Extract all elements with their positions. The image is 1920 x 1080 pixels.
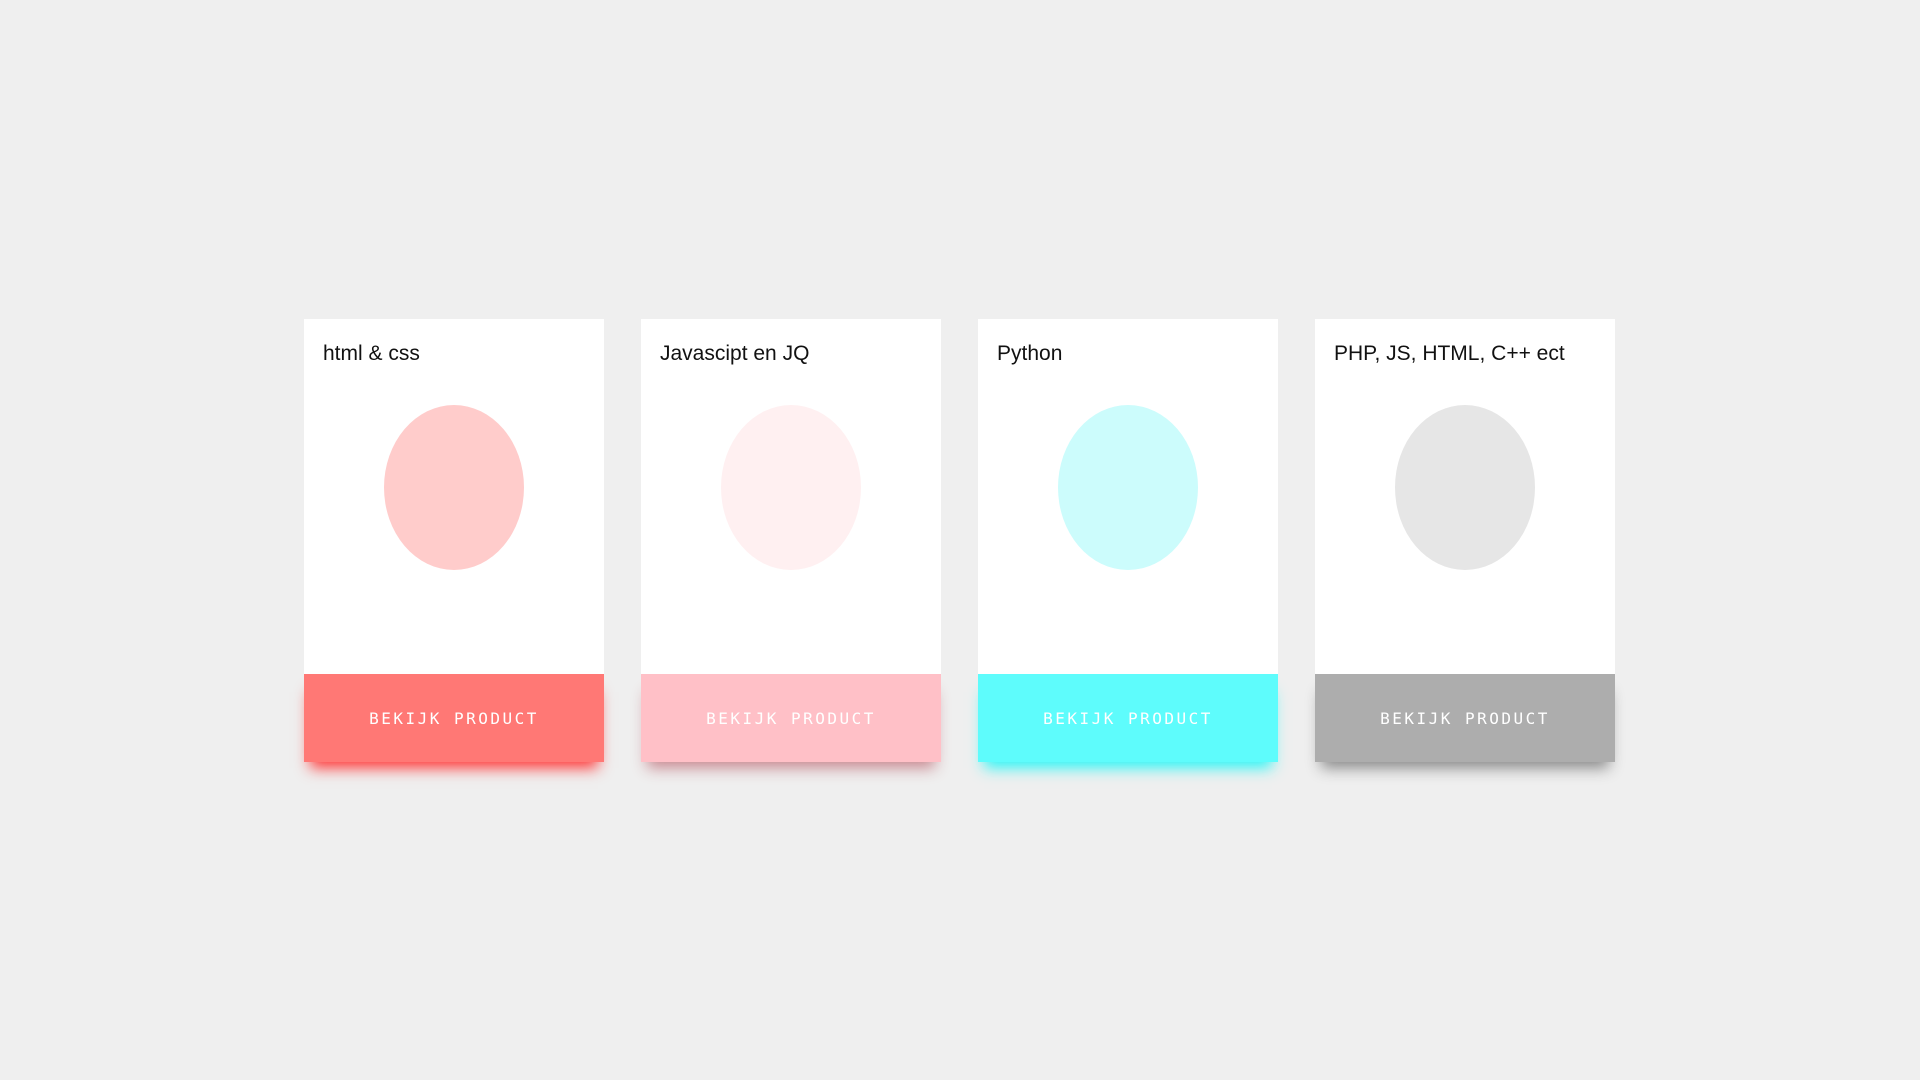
product-card-python: Python BEKIJK PRODUCT bbox=[978, 319, 1278, 762]
card-image-circle bbox=[1058, 405, 1198, 570]
card-title: PHP, JS, HTML, C++ ect bbox=[1334, 342, 1565, 365]
view-product-button[interactable]: BEKIJK PRODUCT bbox=[978, 674, 1278, 762]
product-card-list: html & css BEKIJK PRODUCT Javascipt en J… bbox=[304, 319, 1615, 762]
card-image-circle bbox=[384, 405, 524, 570]
view-product-button[interactable]: BEKIJK PRODUCT bbox=[1315, 674, 1615, 762]
card-title: Python bbox=[997, 342, 1063, 365]
card-title: html & css bbox=[323, 342, 420, 365]
page: html & css BEKIJK PRODUCT Javascipt en J… bbox=[0, 0, 1920, 1080]
view-product-button[interactable]: BEKIJK PRODUCT bbox=[304, 674, 604, 762]
card-image-circle bbox=[721, 405, 861, 570]
product-card-php-js-html-cpp: PHP, JS, HTML, C++ ect BEKIJK PRODUCT bbox=[1315, 319, 1615, 762]
product-card-javascript-jquery: Javascipt en JQ BEKIJK PRODUCT bbox=[641, 319, 941, 762]
card-image-circle bbox=[1395, 405, 1535, 570]
card-title: Javascipt en JQ bbox=[660, 342, 810, 365]
view-product-button[interactable]: BEKIJK PRODUCT bbox=[641, 674, 941, 762]
product-card-html-css: html & css BEKIJK PRODUCT bbox=[304, 319, 604, 762]
